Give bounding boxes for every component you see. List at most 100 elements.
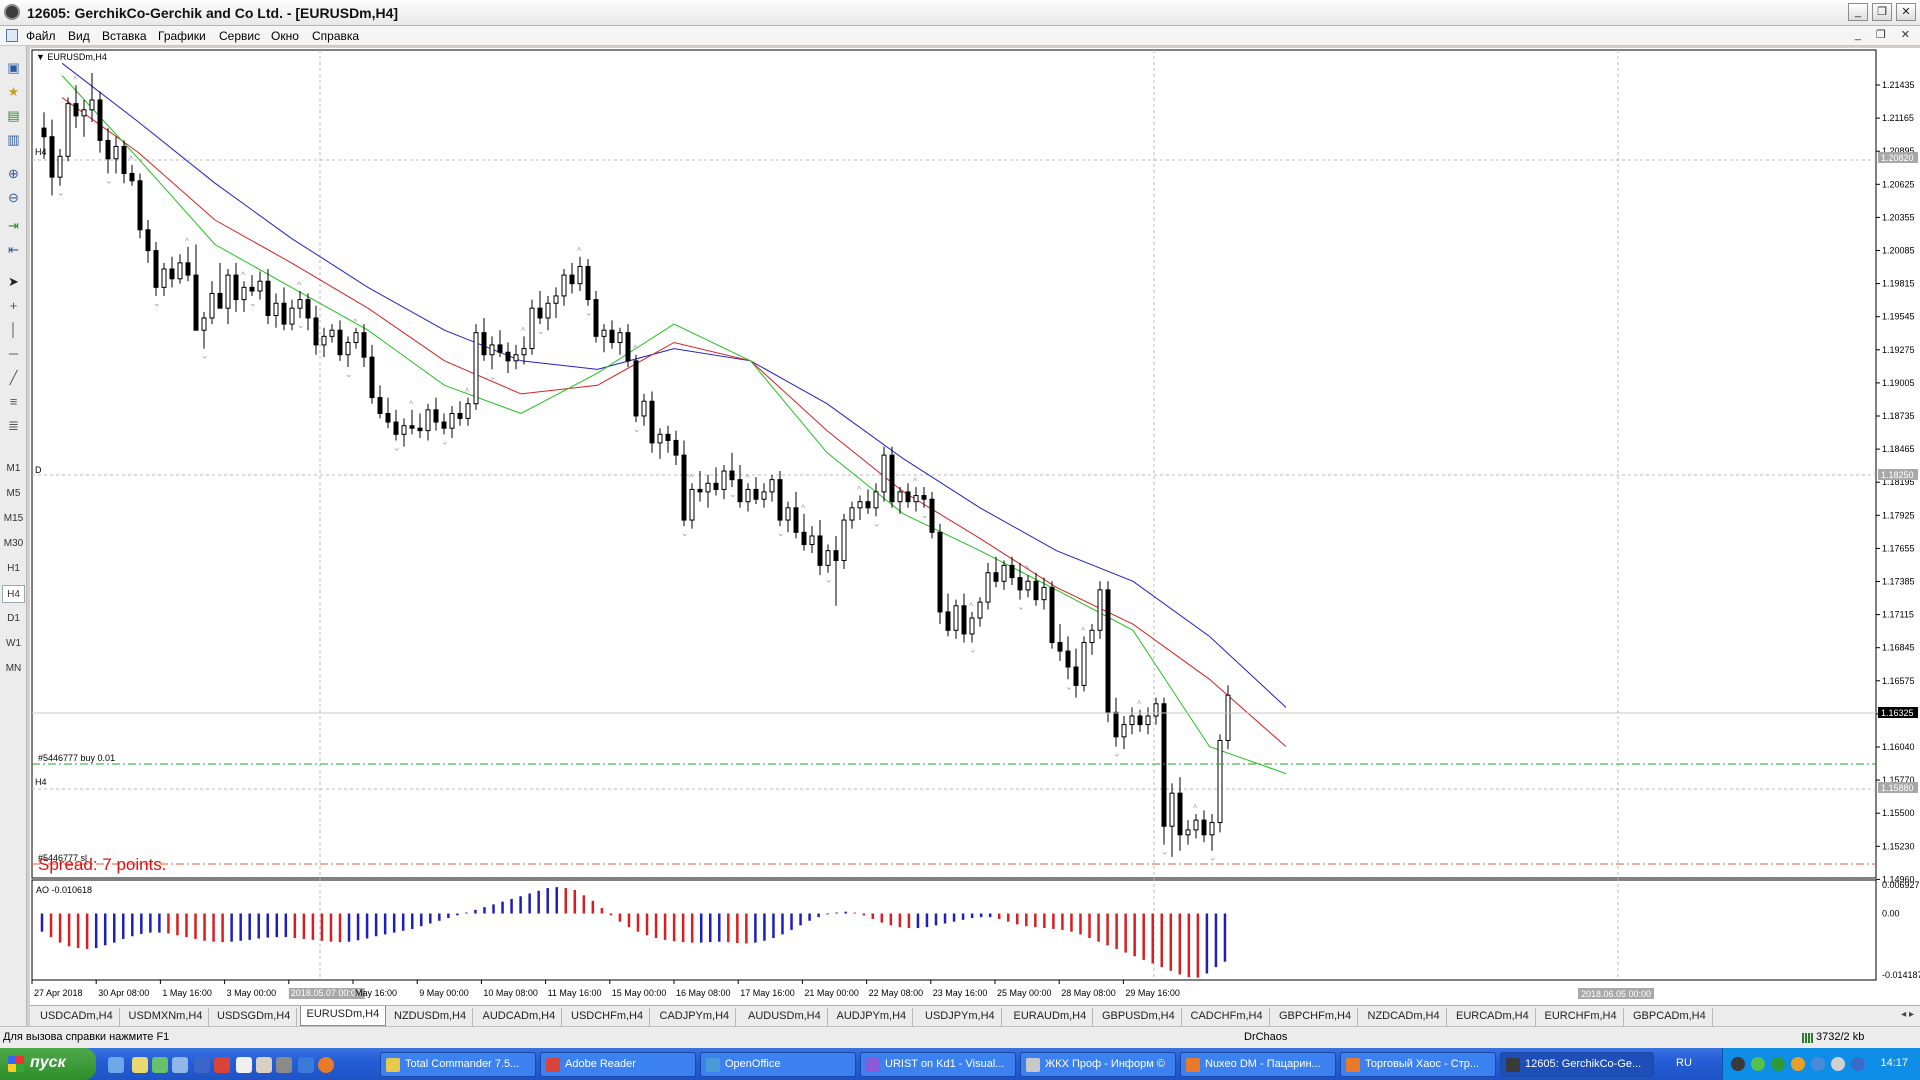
taskbar-app-icon: [1026, 1058, 1040, 1072]
candle-body: [1081, 642, 1087, 686]
tray-volume-icon[interactable]: [1831, 1057, 1845, 1071]
tray-network-icon[interactable]: [1811, 1057, 1825, 1071]
tray-app-icon[interactable]: [1731, 1057, 1745, 1071]
channel-icon[interactable]: ≡: [4, 392, 23, 411]
ql-save-icon[interactable]: [194, 1057, 210, 1073]
candle-body: [977, 601, 983, 619]
vertical-line-icon[interactable]: │: [4, 320, 23, 339]
mdi-window-controls[interactable]: _ ❐ ✕: [1855, 28, 1916, 41]
symbol-tab[interactable]: NZDCADm,H4: [1362, 1008, 1447, 1026]
candle-body: [713, 482, 719, 490]
ql-tool-icon[interactable]: [276, 1057, 292, 1073]
symbol-tab[interactable]: USDCHFm,H4: [565, 1008, 651, 1026]
start-button[interactable]: пуск: [0, 1048, 96, 1080]
tray-display-icon[interactable]: [1851, 1057, 1865, 1071]
symbol-tab[interactable]: CADCHFm,H4: [1185, 1008, 1270, 1026]
ql-ie-icon[interactable]: [108, 1057, 124, 1073]
menu-view[interactable]: Вид: [68, 29, 90, 43]
symbol-tab[interactable]: NZDUSDm,H4: [388, 1008, 474, 1026]
autoscroll-icon[interactable]: ⇤: [4, 240, 23, 259]
language-indicator[interactable]: RU: [1676, 1057, 1692, 1069]
horizontal-line-icon[interactable]: ─: [4, 344, 23, 363]
timeframe-mn[interactable]: MN: [2, 660, 25, 678]
symbol-tab[interactable]: GBPUSDm,H4: [1096, 1008, 1182, 1026]
symbol-tab[interactable]: GBPCHFm,H4: [1273, 1008, 1359, 1026]
ql-explorer-icon[interactable]: [132, 1057, 148, 1073]
maximize-button[interactable]: ❐: [1872, 3, 1892, 21]
taskbar-button[interactable]: Total Commander 7.5...: [380, 1052, 536, 1077]
symbol-tab[interactable]: USDJPYm,H4: [919, 1008, 1002, 1026]
taskbar-button[interactable]: Adobe Reader: [540, 1052, 696, 1077]
symbol-tab[interactable]: GBPCADm,H4: [1627, 1008, 1713, 1026]
favorites-icon[interactable]: ★: [4, 82, 23, 101]
menu-insert[interactable]: Вставка: [102, 29, 147, 43]
cursor-icon[interactable]: ➤: [4, 272, 23, 291]
symbol-tab[interactable]: EURAUDm,H4: [1008, 1008, 1094, 1026]
crosshair-icon[interactable]: +: [4, 296, 23, 315]
ql-app-icon[interactable]: [298, 1057, 314, 1073]
timeframe-w1[interactable]: W1: [2, 635, 25, 653]
menu-service[interactable]: Сервис: [219, 29, 260, 43]
symbol-tab[interactable]: USDSGDm,H4: [211, 1008, 298, 1026]
timeframe-m15[interactable]: M15: [2, 510, 25, 528]
tray-security-icon[interactable]: [1751, 1057, 1765, 1071]
fractal-down-marker: ⌄: [249, 298, 257, 308]
candle-body: [585, 266, 591, 301]
timeframe-m1[interactable]: M1: [2, 460, 25, 478]
navigator-icon[interactable]: ▥: [4, 130, 23, 149]
taskbar-button[interactable]: URIST on Kd1 - Visual...: [860, 1052, 1016, 1077]
taskbar-button[interactable]: 12605: GerchikCo-Ge...: [1500, 1052, 1654, 1077]
chart-window[interactable]: ⌄ ^ ⌄ ^ ⌄ ^ ⌄ ^ ⌄ ⌄ ^ ⌄ ^ ⌄ ^ ⌄ ^ ⌄ ^ ⌄ ^ ⌄ ⌄ ^ ⌄ ^ ⌄ ^ ⌄ ^ ⌄ ^ ⌄ ^ ⌄ ⌄ ^ ⌄ ^ ⌄…: [30, 48, 1920, 1020]
ql-notepad-icon[interactable]: [236, 1057, 252, 1073]
close-button[interactable]: ✕: [1896, 3, 1916, 21]
new-chart-icon[interactable]: ▣: [4, 58, 23, 77]
price-tick-label: 1.16845: [1882, 643, 1915, 653]
symbol-tab[interactable]: AUDUSDm,H4: [742, 1008, 828, 1026]
candle-body: [689, 488, 695, 521]
zoom-in-icon[interactable]: ⊕: [4, 164, 23, 183]
document-icon[interactable]: [6, 29, 18, 42]
candle-body: [969, 617, 975, 635]
menu-window[interactable]: Окно: [271, 29, 299, 43]
taskbar-button[interactable]: Nuxeo DM - Пацарин...: [1180, 1052, 1336, 1077]
trend-line-icon[interactable]: ╱: [4, 368, 23, 387]
taskbar-button[interactable]: Торговый Хаос - Стр...: [1340, 1052, 1496, 1077]
timeframe-h4[interactable]: H4: [2, 585, 25, 603]
order-label: #5446777 buy 0.01: [38, 753, 115, 763]
ql-network-icon[interactable]: [172, 1057, 188, 1073]
symbol-tab[interactable]: CADJPYm,H4: [654, 1008, 737, 1026]
menu-file[interactable]: Файл: [26, 29, 56, 43]
timeframe-d1[interactable]: D1: [2, 610, 25, 628]
time-tick-label: 29 May 16:00: [1125, 988, 1180, 998]
fibonacci-icon[interactable]: ≣: [4, 416, 23, 435]
time-tick-label: 3 May 00:00: [227, 988, 277, 998]
taskbar-button[interactable]: OpenOffice: [700, 1052, 856, 1077]
minimize-button[interactable]: _: [1848, 3, 1868, 21]
ql-firefox-icon[interactable]: [318, 1057, 334, 1073]
tray-update-icon[interactable]: [1771, 1057, 1785, 1071]
candle-body: [881, 454, 887, 493]
menu-charts[interactable]: Графики: [158, 29, 206, 43]
chart-shift-icon[interactable]: ⇥: [4, 216, 23, 235]
taskbar-button[interactable]: ЖКХ Проф - Информ ©: [1020, 1052, 1176, 1077]
symbol-tab[interactable]: EURCADm,H4: [1450, 1008, 1536, 1026]
zoom-out-icon[interactable]: ⊖: [4, 188, 23, 207]
tray-warning-icon[interactable]: [1791, 1057, 1805, 1071]
symbol-tab[interactable]: USDMXNm,H4: [123, 1008, 210, 1026]
symbol-tab[interactable]: USDCADm,H4: [34, 1008, 120, 1026]
ql-document-icon[interactable]: [256, 1057, 272, 1073]
candle-body: [921, 495, 927, 500]
timeframe-m30[interactable]: M30: [2, 535, 25, 553]
symbol-tab[interactable]: AUDCADm,H4: [477, 1008, 563, 1026]
timeframe-m5[interactable]: M5: [2, 485, 25, 503]
ql-reader-icon[interactable]: [214, 1057, 230, 1073]
symbol-tab[interactable]: AUDJPYm,H4: [831, 1008, 914, 1026]
symbol-tab[interactable]: EURCHFm,H4: [1539, 1008, 1624, 1026]
timeframe-h1[interactable]: H1: [2, 560, 25, 578]
symbol-tab[interactable]: EURUSDm,H4: [299, 1006, 387, 1026]
ql-settings-icon[interactable]: [152, 1057, 168, 1073]
tab-scroll-arrows-icon[interactable]: ◂ ▸: [1901, 1009, 1914, 1020]
candle-body: [513, 354, 519, 362]
menu-help[interactable]: Справка: [312, 29, 359, 43]
profiles-icon[interactable]: ▤: [4, 106, 23, 125]
